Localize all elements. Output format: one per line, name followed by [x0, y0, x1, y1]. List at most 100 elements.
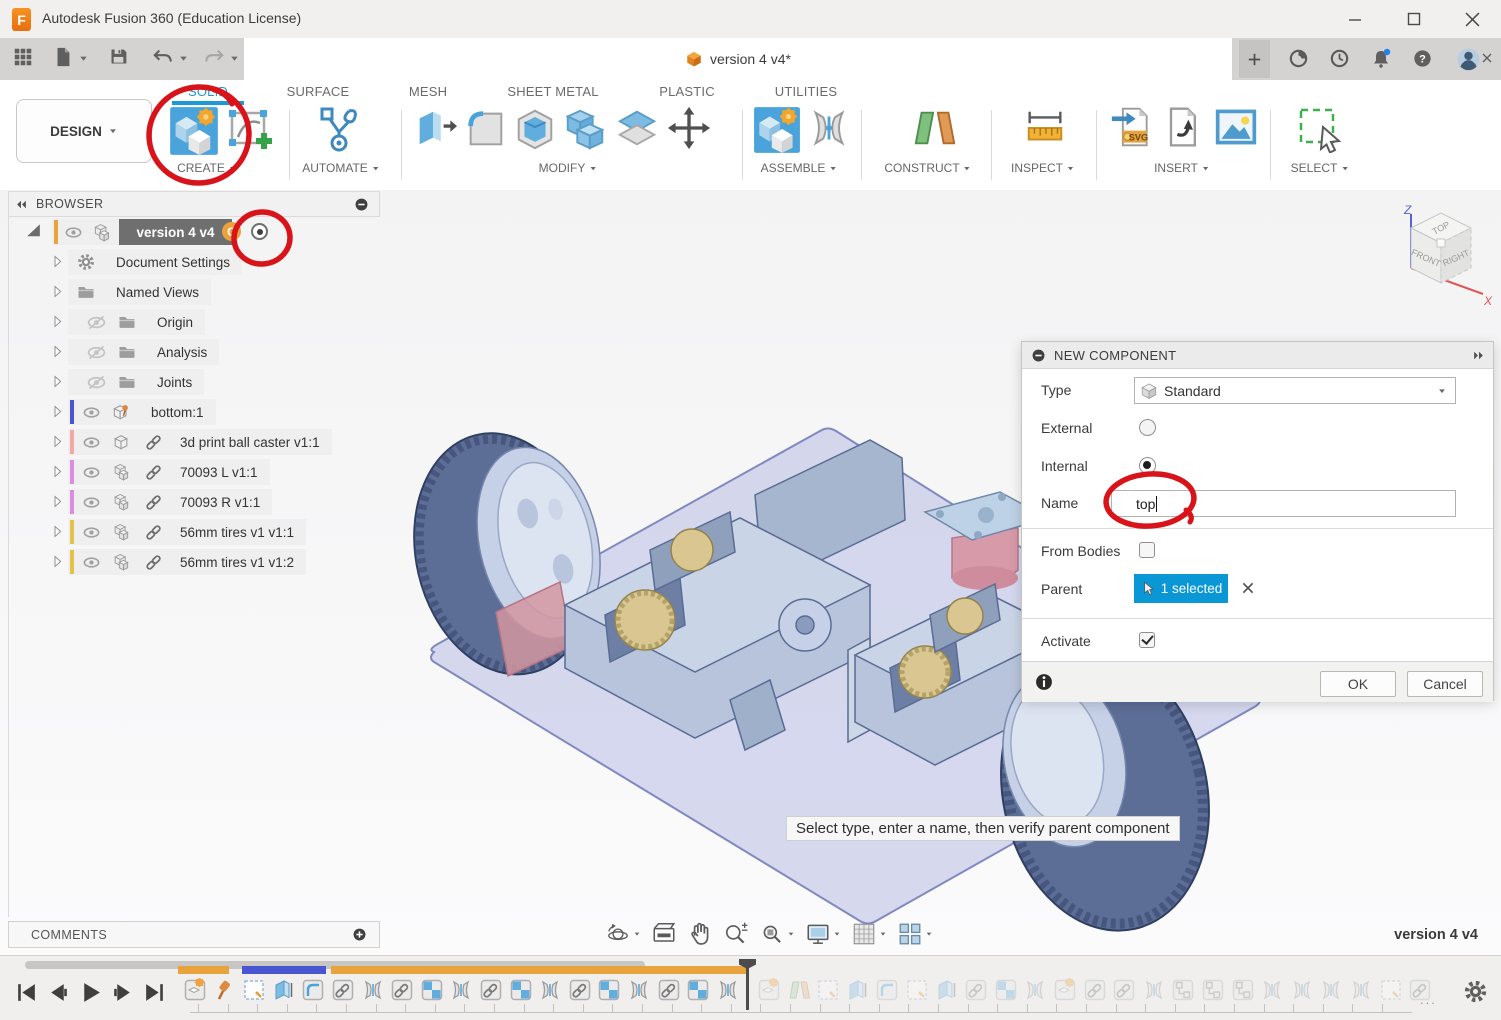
file-caret-icon[interactable]	[78, 53, 89, 64]
tl-grid-icon[interactable]	[597, 978, 621, 1002]
cancel-button[interactable]: Cancel	[1407, 671, 1483, 697]
fillet-icon[interactable]	[462, 105, 508, 151]
expand-toggle-icon[interactable]	[24, 222, 43, 241]
tl-joint-icon[interactable]	[361, 978, 385, 1002]
press-pull-icon[interactable]	[412, 105, 458, 151]
expand-toggle-icon[interactable]	[50, 554, 65, 569]
skip-start-button[interactable]	[14, 980, 39, 1005]
eye-off-icon[interactable]	[86, 342, 107, 363]
browser-item-56mm-tires-v1-v1-2[interactable]: 56mm tires v1 v1:2	[0, 547, 390, 577]
browser-item-bottom-1[interactable]: bottom:1	[0, 397, 390, 427]
tl-component-icon[interactable]	[1053, 978, 1077, 1002]
maximize-button[interactable]	[1399, 6, 1429, 32]
tl-joint-icon[interactable]	[1349, 978, 1373, 1002]
move-copy-icon[interactable]	[666, 105, 712, 151]
undo-icon[interactable]	[152, 46, 174, 68]
construct-plane-icon[interactable]	[912, 105, 958, 151]
eye-off-icon[interactable]	[86, 372, 107, 393]
dialog-header[interactable]: NEW COMPONENT	[1022, 342, 1493, 369]
joint-icon[interactable]	[806, 105, 852, 151]
tl-pin-icon[interactable]	[213, 978, 237, 1002]
add-comment-icon[interactable]	[352, 927, 367, 942]
tl-grid-icon[interactable]	[509, 978, 533, 1002]
tl-link-icon[interactable]	[1112, 978, 1136, 1002]
tl-fillet-icon[interactable]	[301, 978, 325, 1002]
design-workspace-button[interactable]: DESIGN	[16, 99, 152, 163]
expand-toggle-icon[interactable]	[50, 404, 65, 419]
select-icon[interactable]	[1296, 105, 1344, 153]
browser-item-56mm-tires-v1-v1-1[interactable]: 56mm tires v1 v1:1	[0, 517, 390, 547]
tl-sketch-icon[interactable]	[816, 978, 840, 1002]
timeline-group-bar[interactable]	[331, 966, 748, 974]
notifications-icon[interactable]	[1369, 47, 1393, 71]
collapse-browser-icon[interactable]	[15, 198, 28, 211]
tl-joint-icon[interactable]	[1319, 978, 1343, 1002]
derive-icon[interactable]	[1160, 105, 1204, 149]
ribbon-tab-utilities[interactable]: UTILITIES	[775, 84, 837, 99]
tl-sketch-icon[interactable]	[1379, 978, 1403, 1002]
info-icon[interactable]	[1034, 672, 1054, 692]
insert-svg-icon[interactable]: SVG	[1110, 105, 1154, 149]
tl-extrude-icon[interactable]	[935, 978, 959, 1002]
expand-toggle-icon[interactable]	[50, 374, 65, 389]
external-radio[interactable]	[1139, 419, 1156, 436]
tl-link-icon[interactable]	[331, 978, 355, 1002]
new-component-icon[interactable]	[168, 105, 220, 157]
expand-toggle-icon[interactable]	[50, 524, 65, 539]
dialog-expand-icon[interactable]	[1472, 349, 1485, 362]
ribbon-tab-solid[interactable]: SOLID	[188, 84, 228, 99]
tl-component-icon[interactable]	[757, 978, 781, 1002]
create-sketch-icon[interactable]	[226, 105, 274, 153]
orbit-button[interactable]	[602, 921, 644, 947]
browser-item-3d-print-ball-caster-v1-1[interactable]: 3d print ball caster v1:1	[0, 427, 390, 457]
step-forward-button[interactable]	[110, 980, 135, 1005]
3d-viewport[interactable]: TOP FRONT RIGHT Z X BROWSER version 4 v4…	[0, 190, 1501, 955]
ok-button[interactable]: OK	[1320, 671, 1396, 697]
step-back-button[interactable]	[46, 980, 71, 1005]
tl-joint-icon[interactable]	[1290, 978, 1314, 1002]
browser-item-70093-l-v1-1[interactable]: 70093 L v1:1	[0, 457, 390, 487]
tl-joint-icon[interactable]	[1023, 978, 1047, 1002]
expand-toggle-icon[interactable]	[50, 464, 65, 479]
tl-link-icon[interactable]	[479, 978, 503, 1002]
timeline-group-bar[interactable]	[242, 966, 326, 974]
ribbon-tab-mesh[interactable]: MESH	[409, 84, 447, 99]
dialog-collapse-icon[interactable]	[1031, 348, 1046, 363]
browser-item-root-component[interactable]: version 4 v4C	[0, 217, 390, 247]
measure-icon[interactable]	[1022, 105, 1068, 151]
root-component-label[interactable]: version 4 v4	[119, 219, 232, 245]
comments-panel[interactable]: COMMENTS	[8, 921, 380, 948]
tl-rigid-icon[interactable]	[1171, 978, 1195, 1002]
eye-icon[interactable]	[82, 553, 101, 572]
tl-grid-icon[interactable]	[994, 978, 1018, 1002]
tl-link-icon[interactable]	[964, 978, 988, 1002]
new-component-icon[interactable]	[752, 105, 802, 155]
tl-joint-icon[interactable]	[538, 978, 562, 1002]
tl-rigid-icon[interactable]	[1231, 978, 1255, 1002]
tl-link-icon[interactable]	[390, 978, 414, 1002]
eye-icon[interactable]	[82, 463, 101, 482]
browser-item-70093-r-v1-1[interactable]: 70093 R v1:1	[0, 487, 390, 517]
browser-item-origin[interactable]: Origin	[0, 307, 390, 337]
app-grid-icon[interactable]	[12, 46, 34, 68]
activate-component-radio[interactable]	[251, 223, 268, 240]
type-dropdown[interactable]: Standard	[1134, 377, 1456, 404]
view-cube[interactable]: TOP FRONT RIGHT Z X	[1383, 198, 1495, 310]
expand-toggle-icon[interactable]	[50, 344, 65, 359]
grid-display-button[interactable]	[848, 921, 890, 947]
file-icon[interactable]	[52, 46, 74, 68]
tl-grid-icon[interactable]	[686, 978, 710, 1002]
internal-radio[interactable]	[1139, 457, 1156, 474]
expand-toggle-icon[interactable]	[50, 284, 65, 299]
play-button[interactable]	[78, 980, 103, 1005]
timeline-group-bar[interactable]	[178, 966, 229, 974]
group-label-select[interactable]: SELECT	[1291, 161, 1350, 175]
tl-fillet-icon[interactable]	[875, 978, 899, 1002]
tl-extrude-icon[interactable]	[272, 978, 296, 1002]
tl-sketch-icon[interactable]	[242, 978, 266, 1002]
timeline-settings-gear-icon[interactable]	[1462, 978, 1489, 1005]
tl-sketch-icon[interactable]	[905, 978, 929, 1002]
tl-joint-icon[interactable]	[449, 978, 473, 1002]
parent-clear-icon[interactable]	[1240, 580, 1256, 596]
name-input[interactable]: top	[1111, 490, 1456, 517]
